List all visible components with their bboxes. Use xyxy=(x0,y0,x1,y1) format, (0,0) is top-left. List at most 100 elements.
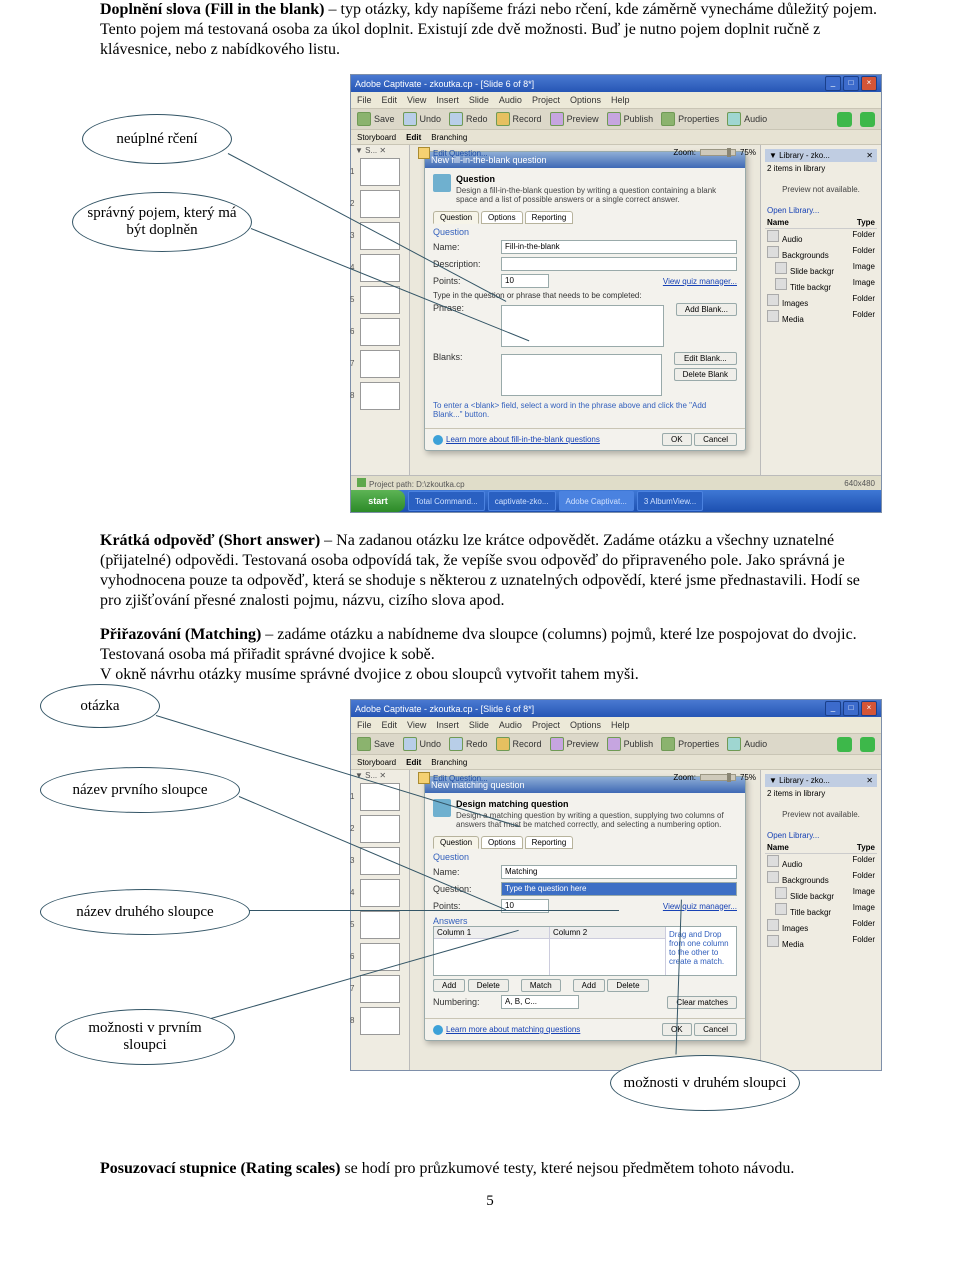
record-button[interactable]: Record xyxy=(496,112,542,126)
numbering-select[interactable]: A, B, C... xyxy=(501,995,579,1009)
redo-button[interactable]: Redo xyxy=(449,112,488,126)
add-col2-button[interactable]: Add xyxy=(573,979,605,992)
menu-insert[interactable]: Insert xyxy=(436,95,459,105)
edit-blank-button[interactable]: Edit Blank... xyxy=(674,352,737,365)
record-button[interactable]: Record xyxy=(496,737,542,751)
slide-thumb[interactable] xyxy=(360,382,400,410)
blanks-list[interactable] xyxy=(501,354,662,396)
slide-thumb[interactable] xyxy=(360,943,400,971)
prev-arrow-icon[interactable] xyxy=(837,737,852,752)
zoom-slider[interactable] xyxy=(700,774,736,781)
preview-button[interactable]: Preview xyxy=(550,737,599,751)
slide-thumb[interactable] xyxy=(360,158,400,186)
audio-button[interactable]: Audio xyxy=(727,112,767,126)
tab-options[interactable]: Options xyxy=(481,836,523,849)
cancel-button[interactable]: Cancel xyxy=(694,433,737,446)
next-arrow-icon[interactable] xyxy=(860,112,875,127)
menu-help[interactable]: Help xyxy=(611,95,630,105)
taskbar-item[interactable]: Total Command... xyxy=(408,491,485,511)
menu-insert[interactable]: Insert xyxy=(436,720,459,730)
menu-view[interactable]: View xyxy=(407,95,426,105)
open-library-link[interactable]: Open Library... xyxy=(767,831,819,840)
tab-reporting[interactable]: Reporting xyxy=(525,836,574,849)
properties-button[interactable]: Properties xyxy=(661,737,719,751)
edit-question-link[interactable]: Edit Question... xyxy=(418,772,488,784)
delete-blank-button[interactable]: Delete Blank xyxy=(674,368,737,381)
learn-more-link[interactable]: Learn more about matching questions xyxy=(446,1025,580,1034)
open-library-link[interactable]: Open Library... xyxy=(767,206,819,215)
properties-button[interactable]: Properties xyxy=(661,112,719,126)
delete-col1-button[interactable]: Delete xyxy=(468,979,509,992)
cancel-button[interactable]: Cancel xyxy=(694,1023,737,1036)
preview-button[interactable]: Preview xyxy=(550,112,599,126)
minimize-button[interactable]: _ xyxy=(825,76,841,91)
answers-columns[interactable]: Column 1 Column 2 Drag and Drop from one… xyxy=(433,926,737,976)
tab-edit[interactable]: Edit xyxy=(406,758,421,767)
slide-thumb[interactable] xyxy=(360,975,400,1003)
name-input[interactable]: Matching xyxy=(501,865,737,879)
menu-audio[interactable]: Audio xyxy=(499,95,522,105)
tab-storyboard[interactable]: Storyboard xyxy=(357,133,396,142)
tab-question[interactable]: Question xyxy=(433,836,479,849)
view-quiz-manager-link[interactable]: View quiz manager... xyxy=(663,902,737,911)
audio-button[interactable]: Audio xyxy=(727,737,767,751)
edit-question-link[interactable]: Edit Question... xyxy=(418,147,488,159)
delete-col2-button[interactable]: Delete xyxy=(607,979,648,992)
save-button[interactable]: Save xyxy=(357,112,395,126)
tab-options[interactable]: Options xyxy=(481,211,523,224)
slide-thumb[interactable] xyxy=(360,254,400,282)
menu-project[interactable]: Project xyxy=(532,95,560,105)
close-button[interactable]: × xyxy=(861,76,877,91)
taskbar-item[interactable]: Adobe Captivat... xyxy=(559,491,634,511)
next-arrow-icon[interactable] xyxy=(860,737,875,752)
menu-slide[interactable]: Slide xyxy=(469,720,489,730)
match-button[interactable]: Match xyxy=(521,979,561,992)
tab-branching[interactable]: Branching xyxy=(431,758,467,767)
maximize-button[interactable]: □ xyxy=(843,701,859,716)
menu-view[interactable]: View xyxy=(407,720,426,730)
points-input[interactable]: 10 xyxy=(501,274,549,288)
menu-audio[interactable]: Audio xyxy=(499,720,522,730)
menu-project[interactable]: Project xyxy=(532,720,560,730)
menu-help[interactable]: Help xyxy=(611,720,630,730)
learn-more-link[interactable]: Learn more about fill-in-the-blank quest… xyxy=(446,435,600,444)
taskbar-item[interactable]: 3 AlbumView... xyxy=(637,491,703,511)
slide-thumb[interactable] xyxy=(360,1007,400,1035)
publish-button[interactable]: Publish xyxy=(607,737,654,751)
tab-edit[interactable]: Edit xyxy=(406,133,421,142)
question-input[interactable]: Type the question here xyxy=(501,882,737,896)
minimize-button[interactable]: _ xyxy=(825,701,841,716)
undo-button[interactable]: Undo xyxy=(403,737,442,751)
menu-slide[interactable]: Slide xyxy=(469,95,489,105)
slide-thumb[interactable] xyxy=(360,190,400,218)
redo-button[interactable]: Redo xyxy=(449,737,488,751)
publish-button[interactable]: Publish xyxy=(607,112,654,126)
undo-button[interactable]: Undo xyxy=(403,112,442,126)
zoom-slider[interactable] xyxy=(700,149,736,156)
tab-branching[interactable]: Branching xyxy=(431,133,467,142)
prev-arrow-icon[interactable] xyxy=(837,112,852,127)
phrase-input[interactable] xyxy=(501,305,664,347)
start-button[interactable]: start xyxy=(351,490,405,512)
menu-file[interactable]: File xyxy=(357,95,372,105)
maximize-button[interactable]: □ xyxy=(843,76,859,91)
close-button[interactable]: × xyxy=(861,701,877,716)
save-button[interactable]: Save xyxy=(357,737,395,751)
slide-thumb[interactable] xyxy=(360,879,400,907)
slide-thumb[interactable] xyxy=(360,350,400,378)
slide-thumb[interactable] xyxy=(360,911,400,939)
name-input[interactable]: Fill-in-the-blank xyxy=(501,240,737,254)
taskbar-item[interactable]: captivate-zko... xyxy=(488,491,556,511)
menu-edit[interactable]: Edit xyxy=(382,720,398,730)
ok-button[interactable]: OK xyxy=(662,433,692,446)
menu-options[interactable]: Options xyxy=(570,95,601,105)
slide-thumb[interactable] xyxy=(360,318,400,346)
tab-reporting[interactable]: Reporting xyxy=(525,211,574,224)
add-col1-button[interactable]: Add xyxy=(433,979,465,992)
tab-storyboard[interactable]: Storyboard xyxy=(357,758,396,767)
column2-header[interactable]: Column 2 xyxy=(550,927,665,939)
tab-question[interactable]: Question xyxy=(433,211,479,224)
slide-thumb[interactable] xyxy=(360,286,400,314)
view-quiz-manager-link[interactable]: View quiz manager... xyxy=(663,277,737,286)
desc-input[interactable] xyxy=(501,257,737,271)
